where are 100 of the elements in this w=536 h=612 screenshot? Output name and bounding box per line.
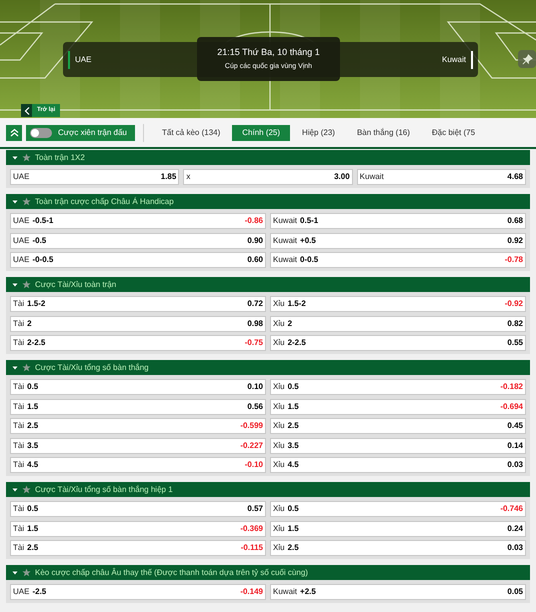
odds-cell[interactable]: Xỉu 4.5 0.03	[270, 457, 526, 473]
selection-label: Xỉu	[273, 318, 285, 330]
market-header[interactable]: Cược Tài/Xỉu tổng số bàn thắng	[6, 360, 530, 375]
odds-cell[interactable]: Xỉu 2 0.82	[270, 316, 526, 332]
odds-cell[interactable]: Tài 1.5 -0.369	[10, 520, 266, 536]
odds-value: -0.86	[244, 215, 263, 227]
odds-cell[interactable]: Kuwait +0.5 0.92	[270, 232, 526, 248]
star-icon[interactable]	[22, 280, 31, 289]
caret-icon[interactable]	[12, 282, 18, 288]
handicap-line: 2.5	[27, 420, 38, 432]
toggle-switch[interactable]	[30, 128, 52, 138]
odds-cell[interactable]: UAE -0.5 0.90	[10, 232, 266, 248]
handicap-line: 2.5	[288, 542, 299, 554]
market-title: Toàn trận cược chấp Châu Á Handicap	[35, 196, 174, 208]
selection-label: Tài	[13, 298, 24, 310]
odds-cell[interactable]: Tài 1.5 0.56	[10, 398, 266, 414]
odds-value: -0.149	[240, 586, 263, 598]
selection-label: Tài	[13, 542, 24, 554]
odds-cell[interactable]: Tài 1.5-2 0.72	[10, 296, 266, 312]
odds-cell[interactable]: Tài 2.5 -0.599	[10, 418, 266, 434]
odds-cell[interactable]: UAE -2.5 -0.149	[10, 584, 266, 600]
odds-cell[interactable]: Xỉu 1.5 0.24	[270, 520, 526, 536]
market-tab[interactable]: Bàn thắng (16)	[346, 124, 420, 140]
odds-cell[interactable]: Tài 3.5 -0.227	[10, 438, 266, 454]
star-icon[interactable]	[22, 363, 31, 372]
market-header[interactable]: Toàn trận cược chấp Châu Á Handicap	[6, 194, 530, 209]
selection-label: Xỉu	[273, 381, 285, 393]
back-arrow-icon[interactable]	[21, 104, 32, 117]
odds-value: 0.72	[247, 298, 263, 310]
caret-icon[interactable]	[12, 364, 18, 370]
star-icon[interactable]	[22, 153, 31, 162]
odds-cell[interactable]: Tài 2 0.98	[10, 316, 266, 332]
selection-label: Xỉu	[273, 440, 285, 452]
selection-label: Kuwait	[273, 586, 298, 598]
odds-value: 0.57	[247, 503, 263, 515]
handicap-line: 0.5	[27, 503, 38, 515]
odds-cell[interactable]: Tài 2.5 -0.115	[10, 540, 266, 556]
odds-cell[interactable]: Tài 0.5 0.10	[10, 379, 266, 395]
selection-label: Kuwait	[273, 234, 298, 246]
odds-value: 0.03	[507, 542, 523, 554]
market-title: Kèo cược chấp châu Âu thay thế (Được thanh toán dựa trên tỷ số cuối cùng)	[35, 566, 308, 578]
caret-icon[interactable]	[12, 198, 18, 204]
odds-value: -0.182	[500, 381, 523, 393]
odds-cell[interactable]: Kuwait 0.5-1 0.68	[270, 213, 526, 229]
odds-cell[interactable]: Xỉu 3.5 0.14	[270, 438, 526, 454]
odds-value: -0.75	[244, 337, 263, 349]
odds-cell[interactable]: Xỉu 2.5 0.45	[270, 418, 526, 434]
selection-label: Xỉu	[273, 542, 285, 554]
caret-icon[interactable]	[12, 486, 18, 492]
odds-value: 0.60	[247, 254, 263, 266]
odds-cell[interactable]: Tài 2-2.5 -0.75	[10, 335, 266, 351]
odds-cell[interactable]: Kuwait 0-0.5 -0.78	[270, 252, 526, 268]
odds-cell[interactable]: Tài 0.5 0.57	[10, 501, 266, 517]
selection-label: Xỉu	[273, 337, 285, 349]
selection-label: UAE	[13, 234, 30, 246]
odds-value: 0.10	[247, 381, 263, 393]
market-header[interactable]: Cược Tài/Xỉu toàn trận	[6, 277, 530, 292]
star-icon[interactable]	[22, 568, 31, 577]
handicap-line: 2-2.5	[27, 337, 46, 349]
odds-cell[interactable]: UAE -0-0.5 0.60	[10, 252, 266, 268]
handicap-line: -0.5-1	[32, 215, 54, 227]
star-icon[interactable]	[22, 485, 31, 494]
selection-label: Tài	[13, 381, 24, 393]
handicap-line: 3.5	[27, 440, 38, 452]
selection-label: UAE	[13, 215, 30, 227]
handicap-line: +2.5	[300, 586, 316, 598]
odds-cell[interactable]: Xỉu 2.5 0.03	[270, 540, 526, 556]
odds-value: 0.68	[507, 215, 523, 227]
market-header[interactable]: Toàn trận 1X2	[6, 150, 530, 165]
odds-cell[interactable]: Xỉu 0.5 -0.182	[270, 379, 526, 395]
odds-cell[interactable]: UAE -0.5-1 -0.86	[10, 213, 266, 229]
odds-value: 0.14	[507, 440, 523, 452]
market-tab[interactable]: Hiệp (23)	[292, 124, 345, 140]
selection-label: Kuwait	[273, 254, 298, 266]
market-header[interactable]: Cược Tài/Xỉu tổng số bàn thắng hiệp 1	[6, 482, 530, 497]
market-tab[interactable]: Tất cả kèo (134)	[152, 124, 230, 140]
odds-value: -0.599	[240, 420, 263, 432]
odds-cell[interactable]: Kuwait 4.68	[356, 169, 526, 185]
odds-value: 0.05	[507, 586, 523, 598]
caret-icon[interactable]	[12, 154, 18, 160]
handicap-line: 2.5	[27, 542, 38, 554]
caret-icon[interactable]	[12, 570, 18, 576]
collapse-all-button[interactable]	[6, 124, 22, 140]
odds-cell[interactable]: x 3.00	[183, 169, 353, 185]
handicap-line: 2-2.5	[288, 337, 306, 349]
handicap-line: 0.5	[27, 381, 38, 393]
market-tab[interactable]: Chính (25)	[232, 124, 290, 140]
odds-cell[interactable]: Kuwait +2.5 0.05	[270, 584, 526, 600]
selection-label: UAE	[13, 254, 30, 266]
odds-cell[interactable]: Xỉu 2-2.5 0.55	[270, 335, 526, 351]
market-tab[interactable]: Đặc biệt (75	[422, 124, 486, 140]
odds-cell[interactable]: Xỉu 0.5 -0.746	[270, 501, 526, 517]
odds-cell[interactable]: Xỉu 1.5-2 -0.92	[270, 296, 526, 312]
star-icon[interactable]	[22, 197, 31, 206]
market-header[interactable]: Kèo cược chấp châu Âu thay thế (Được thanh toán dựa trên tỷ số cuối cùng)	[6, 565, 530, 580]
pin-button[interactable]	[518, 50, 536, 68]
odds-cell[interactable]: UAE 1.85	[10, 169, 180, 185]
odds-cell[interactable]: Xỉu 1.5 -0.694	[270, 398, 526, 414]
parlay-toggle-button[interactable]: Cược xiên trận đấu	[26, 124, 135, 140]
odds-cell[interactable]: Tài 4.5 -0.10	[10, 457, 266, 473]
